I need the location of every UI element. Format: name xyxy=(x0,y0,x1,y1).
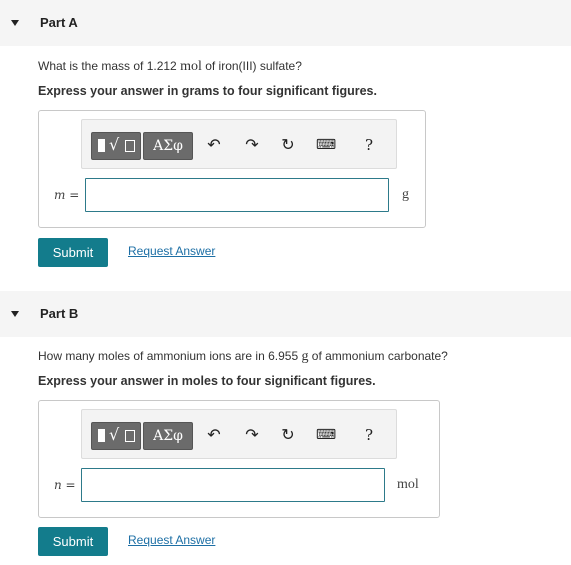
part-b-header[interactable]: Part B xyxy=(0,291,571,337)
keyboard-icon[interactable]: ⌨ xyxy=(315,134,337,156)
greek-symbols-button[interactable]: ΑΣφ xyxy=(143,422,193,450)
help-icon[interactable]: ? xyxy=(358,134,380,156)
submit-button[interactable]: Submit xyxy=(38,238,108,267)
undo-icon[interactable]: ↶ xyxy=(203,134,225,156)
collapse-triangle-icon[interactable] xyxy=(11,20,19,26)
part-b-title: Part B xyxy=(40,306,79,321)
variable-label: m = xyxy=(54,188,80,202)
math-toolbar: √ ΑΣφ ↶ ↷ ↻ ⌨ ? xyxy=(81,409,397,459)
unit-label: g xyxy=(402,187,409,202)
request-answer-link[interactable]: Request Answer xyxy=(128,244,215,258)
answer-input[interactable] xyxy=(81,468,385,502)
redo-icon[interactable]: ↷ xyxy=(241,134,263,156)
help-icon[interactable]: ? xyxy=(358,424,380,446)
keyboard-icon[interactable]: ⌨ xyxy=(315,424,337,446)
reset-icon[interactable]: ↻ xyxy=(277,134,299,156)
templates-radical-icon[interactable]: √ xyxy=(91,132,141,160)
part-a-title: Part A xyxy=(40,15,78,30)
redo-icon[interactable]: ↷ xyxy=(241,424,263,446)
part-a-instruction: Express your answer in grams to four sig… xyxy=(38,84,377,98)
variable-label: n = xyxy=(54,478,76,492)
request-answer-link[interactable]: Request Answer xyxy=(128,533,215,547)
undo-icon[interactable]: ↶ xyxy=(203,424,225,446)
math-toolbar: √ ΑΣφ ↶ ↷ ↻ ⌨ ? xyxy=(81,119,397,169)
part-a-question: What is the mass of 1.212 mol of iron(II… xyxy=(38,59,302,74)
part-b-answer-box: √ ΑΣφ ↶ ↷ ↻ ⌨ ? n = mol xyxy=(38,400,440,518)
collapse-triangle-icon[interactable] xyxy=(11,311,19,317)
reset-icon[interactable]: ↻ xyxy=(277,424,299,446)
part-b-instruction: Express your answer in moles to four sig… xyxy=(38,374,376,388)
submit-button[interactable]: Submit xyxy=(38,527,108,556)
part-a-answer-box: √ ΑΣφ ↶ ↷ ↻ ⌨ ? m = g xyxy=(38,110,426,228)
templates-radical-icon[interactable]: √ xyxy=(91,422,141,450)
part-a-header[interactable]: Part A xyxy=(0,0,571,46)
part-b-question: How many moles of ammonium ions are in 6… xyxy=(38,349,448,364)
unit-label: mol xyxy=(397,477,419,492)
greek-symbols-button[interactable]: ΑΣφ xyxy=(143,132,193,160)
answer-input[interactable] xyxy=(85,178,389,212)
